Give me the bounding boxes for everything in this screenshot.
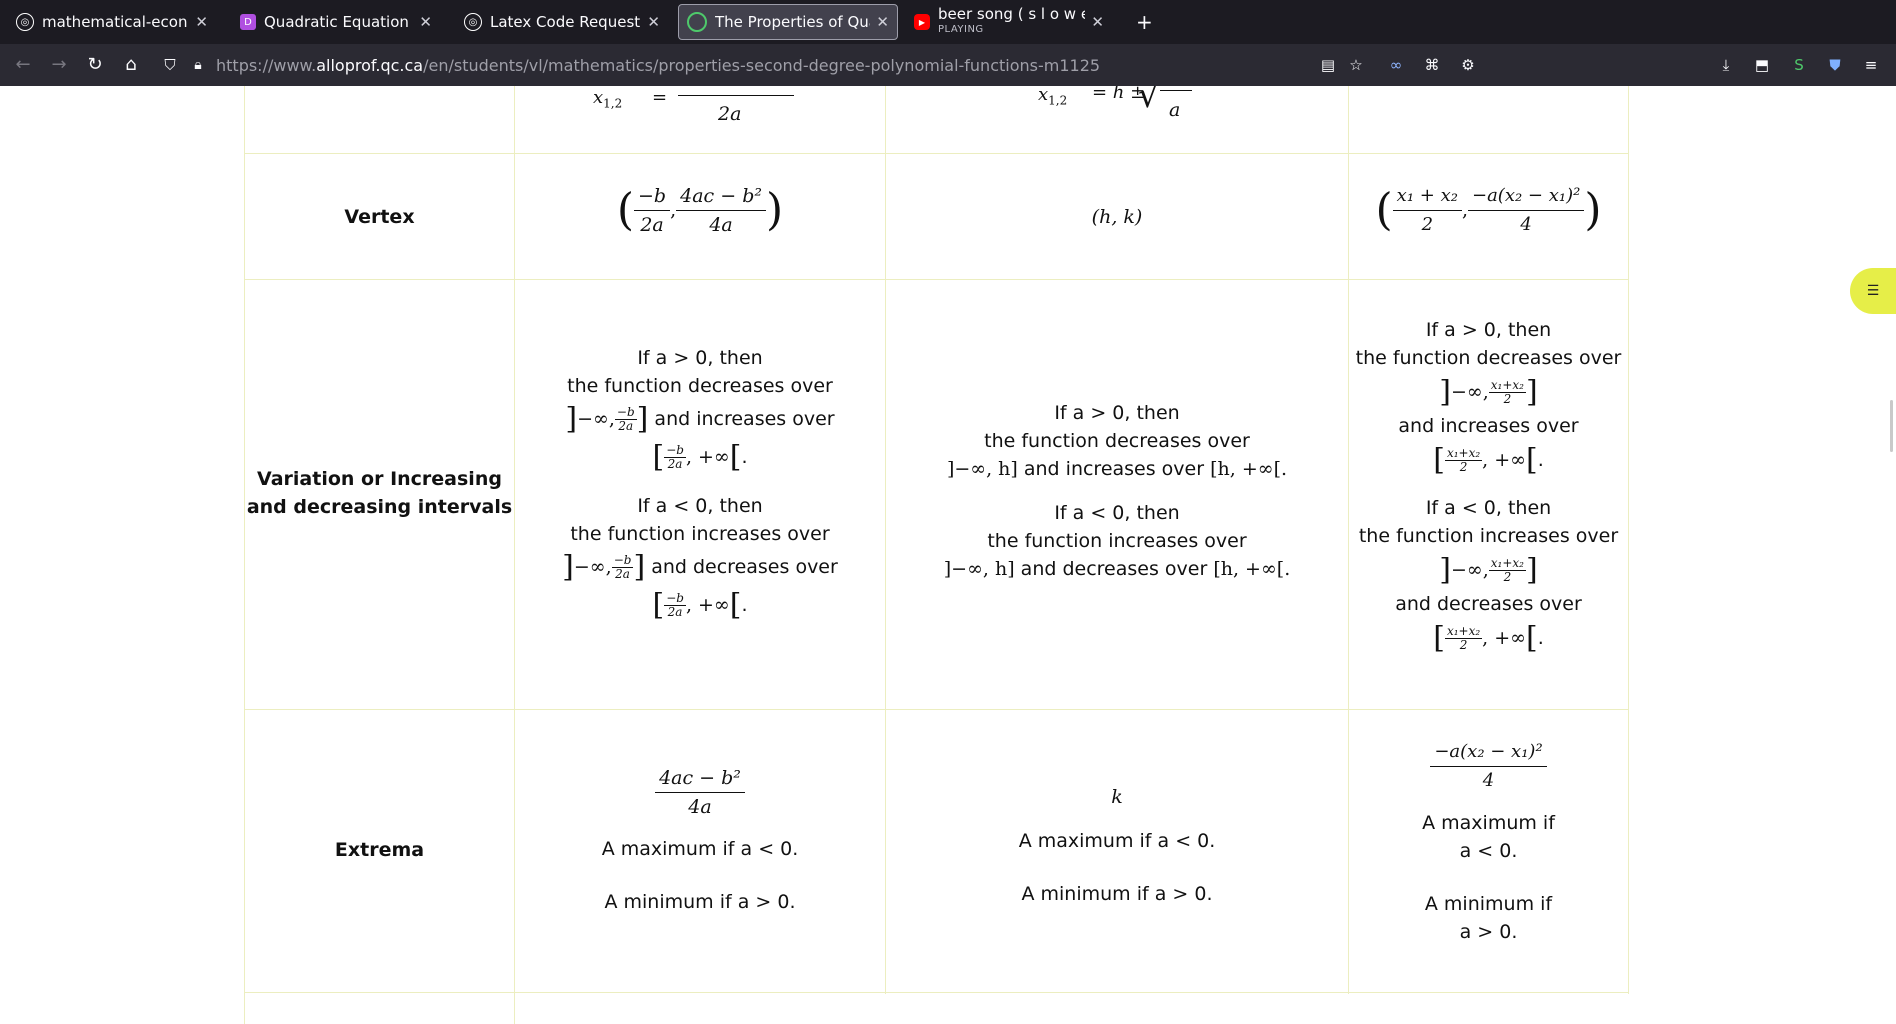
openai-icon: ◎ xyxy=(464,13,482,31)
tab-beer-song[interactable]: ▶ beer song ( s l o w e d PLAYING ✕ xyxy=(906,4,1112,40)
menu-hamburger-icon[interactable]: ≡ xyxy=(1862,56,1880,74)
close-tab-icon[interactable]: ✕ xyxy=(876,13,889,31)
openai-icon: ◎ xyxy=(16,13,34,31)
settings-gear-icon[interactable]: ⚙ xyxy=(1459,56,1477,74)
vertex-canonical-form: (h, k) xyxy=(1091,206,1143,228)
downloads-icon[interactable]: ⤓ xyxy=(1717,56,1735,74)
url-bar[interactable]: https://www.alloprof.qc.ca/en/students/v… xyxy=(216,56,1100,75)
extensions-icon[interactable]: ⬒ xyxy=(1753,56,1771,74)
back-icon[interactable]: ← xyxy=(13,55,33,75)
table-of-contents-button[interactable]: ☰ xyxy=(1850,268,1896,314)
close-tab-icon[interactable]: ✕ xyxy=(1091,13,1104,31)
extension-translate-icon[interactable]: ⌘ xyxy=(1423,56,1441,74)
close-tab-icon[interactable]: ✕ xyxy=(419,13,432,31)
table-border xyxy=(1628,86,1629,994)
table-border xyxy=(244,279,1629,280)
tab-strip: ◎ mathematical-econ - O ✕ D Quadratic Eq… xyxy=(0,0,1896,44)
close-tab-icon[interactable]: ✕ xyxy=(195,13,208,31)
extrema-factored-form: −a(x₂ − x₁)² 4 A maximum if a < 0. A mini… xyxy=(1422,741,1555,943)
extension-s-icon[interactable]: S xyxy=(1790,56,1808,74)
tab-mathematical-econ[interactable]: ◎ mathematical-econ - O ✕ xyxy=(8,4,216,40)
extension-glasses-icon[interactable]: ∞ xyxy=(1387,56,1405,74)
tab-latex-code-request[interactable]: ◎ Latex Code Request ✕ xyxy=(456,4,668,40)
reader-view-icon[interactable]: ▤ xyxy=(1319,56,1337,74)
variation-general-form: If a > 0, then the function decreases ov… xyxy=(562,347,838,623)
vertex-factored-form: (x₁ + x₂ 2, −a(x₂ − x₁)² 4) xyxy=(1375,184,1602,236)
home-icon[interactable]: ⌂ xyxy=(121,55,141,75)
variation-canonical-form: If a > 0, then the function decreases ov… xyxy=(943,402,1291,580)
tab-properties-of-quadratic[interactable]: The Properties of Quad ✕ xyxy=(678,4,898,40)
row-label-variation: Variation or Increasing and decreasing i… xyxy=(246,468,513,518)
table-border xyxy=(244,709,1629,710)
vertex-general-form: (−b 2a, 4ac − b² 4a) xyxy=(616,184,784,236)
lock-icon[interactable]: 🔒︎ xyxy=(188,55,208,75)
page-content: x1,2 = 2a x1,2 = h ± √ a Vertex (−b 2a, 4a… xyxy=(0,86,1896,1024)
extrema-general-form: 4ac − b² 4a A maximum if a < 0. A minimum… xyxy=(601,767,799,913)
new-tab-icon[interactable]: + xyxy=(1136,10,1153,34)
bookmark-star-icon[interactable]: ☆ xyxy=(1347,56,1365,74)
list-icon: ☰ xyxy=(1866,283,1880,299)
table-border xyxy=(244,992,1629,993)
tab-quadratic-equation[interactable]: D Quadratic Equation - D ✕ xyxy=(232,4,440,40)
alloprof-icon xyxy=(687,12,707,32)
d-logo-icon: D xyxy=(240,14,256,30)
extrema-canonical-form: k A maximum if a < 0. A minimum if a > 0… xyxy=(1018,786,1216,905)
table-border xyxy=(244,153,1629,154)
row-label-extrema: Extrema xyxy=(334,839,425,861)
reload-icon[interactable]: ↻ xyxy=(85,55,105,75)
bitwarden-icon[interactable]: ⛊ xyxy=(1826,56,1844,74)
variation-factored-form: If a > 0, then the function decreases ov… xyxy=(1355,319,1622,656)
youtube-icon: ▶ xyxy=(914,14,930,30)
scrollbar-thumb[interactable] xyxy=(1890,400,1893,452)
forward-icon[interactable]: → xyxy=(49,55,69,75)
row-label-vertex: Vertex xyxy=(344,206,415,228)
navigation-toolbar: ← → ↻ ⌂ ⛉ 🔒︎ https://www.alloprof.qc.ca/… xyxy=(0,44,1896,86)
shield-icon[interactable]: ⛉ xyxy=(160,55,180,75)
close-tab-icon[interactable]: ✕ xyxy=(647,13,660,31)
